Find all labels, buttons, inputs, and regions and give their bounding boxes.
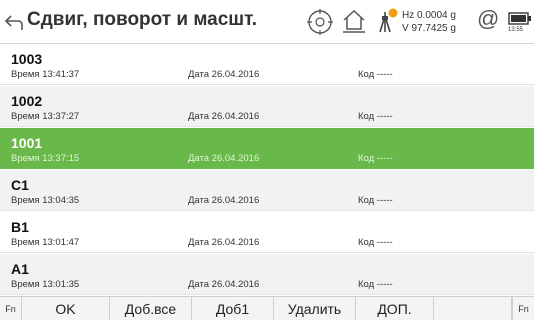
point-code: Код ----- bbox=[358, 279, 393, 290]
list-item[interactable]: 1003 Время 13:41:37 Дата 26.04.2016 Код … bbox=[0, 44, 534, 85]
point-code: Код ----- bbox=[358, 111, 393, 122]
point-id: B1 bbox=[11, 219, 29, 235]
fn-left-button[interactable]: Fn bbox=[0, 297, 22, 320]
point-date: Дата 26.04.2016 bbox=[188, 69, 260, 80]
point-time: Время 13:41:37 bbox=[11, 69, 80, 80]
delete-button[interactable]: Удалить bbox=[274, 297, 356, 320]
point-id: C1 bbox=[11, 177, 29, 193]
page-title: Сдвиг, поворот и масшт. bbox=[27, 9, 258, 30]
v-readout: V 97.7425 g bbox=[402, 23, 456, 34]
point-date: Дата 26.04.2016 bbox=[188, 111, 260, 122]
point-date: Дата 26.04.2016 bbox=[188, 279, 260, 290]
hz-readout: Hz 0.0004 g bbox=[402, 10, 456, 21]
point-code: Код ----- bbox=[358, 69, 393, 80]
point-code: Код ----- bbox=[358, 153, 393, 164]
home-icon[interactable] bbox=[341, 8, 367, 34]
fn-right-button[interactable]: Fn bbox=[512, 297, 534, 320]
point-time: Время 13:04:35 bbox=[11, 195, 80, 206]
point-date: Дата 26.04.2016 bbox=[188, 153, 260, 164]
more-button[interactable]: ДОП. bbox=[356, 297, 434, 320]
empty-key[interactable] bbox=[434, 297, 512, 320]
list-item[interactable]: B1 Время 13:01:47 Дата 26.04.2016 Код --… bbox=[0, 212, 534, 253]
list-item-selected[interactable]: 1001 Время 13:37:15 Дата 26.04.2016 Код … bbox=[0, 128, 534, 169]
gps-icon[interactable] bbox=[306, 8, 334, 36]
point-time: Время 13:37:27 bbox=[11, 111, 80, 122]
function-key-bar: Fn OK Доб.все Доб1 Удалить ДОП. Fn bbox=[0, 296, 534, 320]
point-date: Дата 26.04.2016 bbox=[188, 237, 260, 248]
point-time: Время 13:01:47 bbox=[11, 237, 80, 248]
point-id: 1003 bbox=[11, 51, 43, 67]
point-code: Код ----- bbox=[358, 195, 393, 206]
connection-icon[interactable]: @ bbox=[477, 6, 499, 32]
add-all-button[interactable]: Доб.все bbox=[110, 297, 192, 320]
title-bar: Сдвиг, поворот и масшт. Hz 0.0004 g V 97… bbox=[0, 0, 534, 44]
angle-readout: Hz 0.0004 g V 97.7425 g bbox=[402, 9, 456, 35]
point-code: Код ----- bbox=[358, 237, 393, 248]
point-id: 1002 bbox=[11, 93, 43, 109]
point-time: Время 13:01:35 bbox=[11, 279, 80, 290]
ok-button[interactable]: OK bbox=[22, 297, 110, 320]
add-one-button[interactable]: Доб1 bbox=[192, 297, 274, 320]
battery-icon: 13:55 bbox=[508, 11, 532, 37]
back-icon[interactable] bbox=[2, 11, 26, 33]
list-item[interactable]: 1002 Время 13:37:27 Дата 26.04.2016 Код … bbox=[0, 86, 534, 127]
point-time: Время 13:37:15 bbox=[11, 153, 80, 164]
point-id: 1001 bbox=[11, 135, 43, 151]
list-item[interactable]: C1 Время 13:04:35 Дата 26.04.2016 Код --… bbox=[0, 170, 534, 211]
prism-icon[interactable] bbox=[375, 8, 399, 34]
list-item[interactable]: A1 Время 13:01:35 Дата 26.04.2016 Код --… bbox=[0, 254, 534, 295]
point-date: Дата 26.04.2016 bbox=[188, 195, 260, 206]
point-list: 1003 Время 13:41:37 Дата 26.04.2016 Код … bbox=[0, 44, 534, 296]
point-id: A1 bbox=[11, 261, 29, 277]
battery-time: 13:55 bbox=[508, 27, 524, 33]
